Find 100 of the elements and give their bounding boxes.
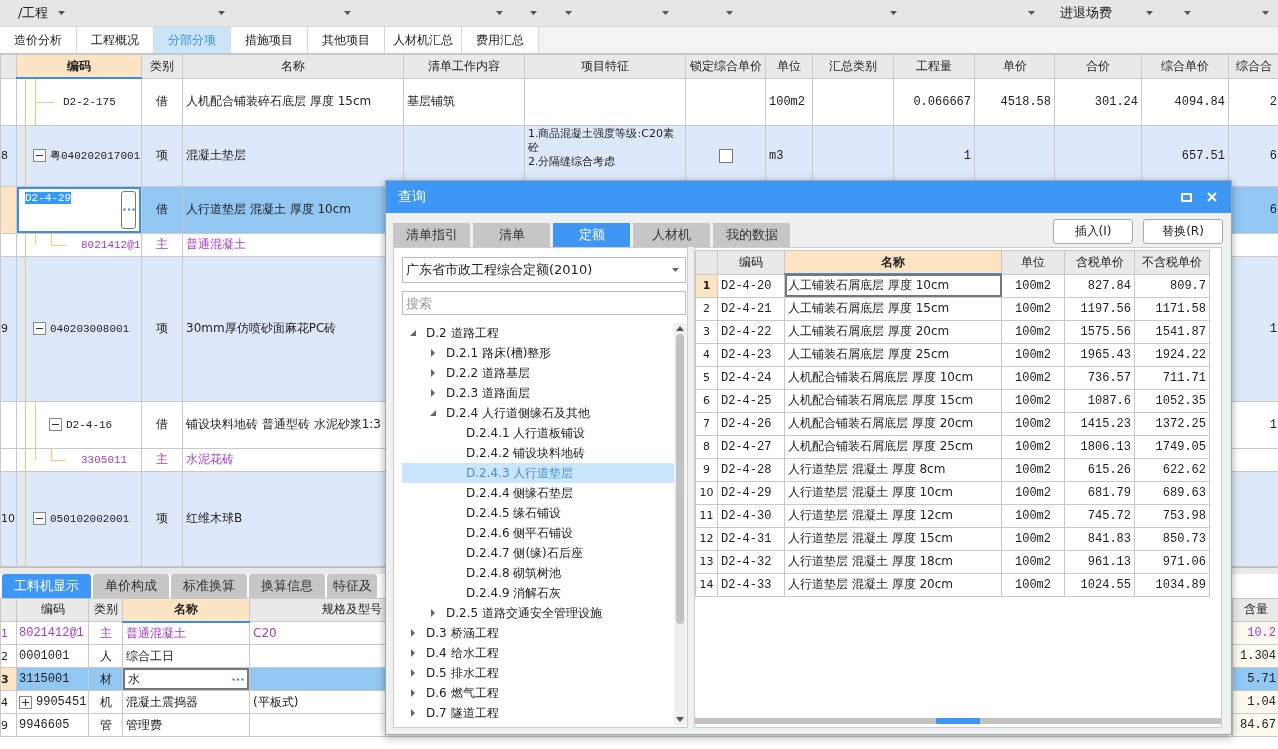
scrollbar[interactable] — [674, 323, 686, 725]
tree-item[interactable]: D.2.4.1 人行道板铺设 — [402, 423, 674, 443]
collapse-button[interactable] — [33, 512, 46, 525]
collapse-button[interactable] — [49, 418, 62, 431]
caret-icon[interactable] — [496, 11, 503, 15]
more-button[interactable] — [232, 677, 244, 681]
caret-icon[interactable] — [218, 11, 225, 15]
tree-item[interactable]: D.2.4.2 铺设块料地砖 — [402, 443, 674, 463]
caret-icon[interactable] — [1146, 11, 1153, 15]
column-header[interactable]: 锁定综合单价 — [685, 54, 766, 78]
tree-item[interactable]: D.7 隧道工程 — [402, 703, 674, 723]
library-dropdown[interactable]: 广东省市政工程综合定额(2010) — [402, 257, 686, 283]
dialog-button[interactable]: 插入(I) — [1053, 219, 1133, 244]
tab[interactable]: 标准换算 — [171, 573, 247, 598]
tree-item[interactable]: D.2.4.5 缘石铺设 — [402, 503, 674, 523]
collapse-button[interactable] — [33, 149, 46, 162]
column-header[interactable]: 名称 — [784, 250, 1002, 274]
column-header[interactable]: 不含税单价 — [1134, 250, 1210, 274]
caret-icon[interactable] — [890, 11, 897, 15]
column-header[interactable]: 项目特征 — [524, 54, 686, 78]
caret-icon[interactable] — [344, 11, 351, 15]
tree-item[interactable]: D.2.4.7 侧(缘)石后座 — [402, 543, 674, 563]
row-number: 6 — [695, 389, 718, 412]
tab[interactable]: 造价分析 — [0, 27, 77, 53]
column-header[interactable]: 清单工作内容 — [403, 54, 525, 78]
tab[interactable]: 人材机 — [633, 223, 710, 247]
column-header[interactable]: 工程量 — [893, 54, 975, 78]
column-header[interactable]: 综合单价 — [1141, 54, 1229, 78]
table-cell: 961.13 — [1064, 550, 1135, 573]
tree-item[interactable]: D.2.4.4 侧缘石垫层 — [402, 483, 674, 503]
expand-button[interactable] — [19, 695, 32, 709]
search-field[interactable]: 搜索 — [402, 291, 686, 315]
column-header[interactable]: 类别 — [88, 598, 123, 622]
table-cell: 1806.13 — [1064, 435, 1135, 458]
toolbar-label[interactable]: /工程 — [18, 4, 49, 22]
table-cell: 4518.58 — [974, 78, 1055, 125]
table-cell: 850.73 — [1134, 527, 1210, 550]
tree-item[interactable]: D.2.4 人行道侧缘石及其他 — [402, 403, 674, 423]
column-header[interactable]: 单价 — [974, 54, 1055, 78]
item-code: 9905451 — [36, 695, 87, 709]
caret-icon[interactable] — [1028, 11, 1035, 15]
column-header[interactable]: 规格及型号 — [249, 598, 386, 622]
tab[interactable]: 其他项目 — [308, 27, 385, 53]
tab[interactable]: 清单指引 — [393, 223, 470, 247]
table-cell: 745.72 — [1064, 504, 1135, 527]
column-header[interactable]: 单位 — [1001, 250, 1065, 274]
table-cell: 借 — [141, 401, 183, 448]
column-header[interactable]: 汇总类别 — [812, 54, 894, 78]
caret-icon[interactable] — [726, 11, 733, 15]
tree-item[interactable]: D.2.3 道路面层 — [402, 383, 674, 403]
caret-icon[interactable] — [662, 11, 669, 15]
tree-item[interactable]: D.6 燃气工程 — [402, 683, 674, 703]
toolbar-label[interactable]: 进退场费 — [1060, 4, 1112, 22]
down-arrow-icon[interactable] — [676, 717, 684, 722]
caret-icon[interactable] — [1262, 11, 1269, 15]
maximize-icon[interactable] — [1180, 192, 1192, 202]
up-arrow-icon[interactable] — [676, 326, 684, 331]
dialog-button[interactable]: 替换(R) — [1143, 219, 1223, 244]
tab[interactable]: 换算信息 — [249, 573, 325, 598]
caret-icon[interactable] — [565, 11, 572, 15]
more-button[interactable] — [121, 190, 136, 229]
column-header[interactable]: 含税单价 — [1064, 250, 1135, 274]
column-header[interactable]: 类别 — [141, 54, 183, 78]
column-header[interactable]: 合价 — [1054, 54, 1142, 78]
close-icon[interactable] — [1207, 192, 1217, 202]
name-editor[interactable]: 水 — [123, 668, 249, 690]
tree-item[interactable]: D.2.4.9 消解石灰 — [402, 583, 674, 603]
column-header[interactable]: 含量 — [1232, 598, 1278, 622]
table-cell: 100m2 — [1001, 458, 1065, 481]
tree-item[interactable]: D.2.1 路床(槽)整形 — [402, 343, 674, 363]
tree-item[interactable]: D.5 排水工程 — [402, 663, 674, 683]
tab[interactable]: 清单 — [473, 223, 550, 247]
table-cell: D2-4-23 — [717, 343, 785, 366]
scrollbar[interactable] — [695, 718, 1221, 724]
tree-item[interactable]: D.2.4.6 侧平石铺设 — [402, 523, 674, 543]
caret-icon[interactable] — [58, 11, 65, 15]
plus-icon — [21, 697, 30, 707]
tab[interactable]: 我的数据 — [713, 223, 790, 247]
tab[interactable]: 措施项目 — [231, 27, 308, 53]
column-header[interactable]: 单位 — [765, 54, 813, 78]
tab[interactable]: 人材机汇总 — [385, 27, 462, 53]
caret-icon[interactable] — [1184, 11, 1191, 15]
column-header[interactable]: 编码 — [16, 598, 89, 622]
column-header[interactable]: 名称 — [122, 598, 250, 622]
column-header[interactable]: 编码 — [717, 250, 785, 274]
tab[interactable]: 费用汇总 — [462, 27, 539, 53]
tab[interactable]: 单价构成 — [93, 573, 169, 598]
column-header[interactable]: 综合合 — [1228, 54, 1278, 78]
checkbox[interactable] — [718, 148, 733, 163]
table-cell: D2-4-29 — [717, 481, 785, 504]
column-header[interactable]: 编码 — [16, 54, 142, 78]
tree-item[interactable]: D.2.2 道路基层 — [402, 363, 674, 383]
tab[interactable]: 工程概况 — [77, 27, 154, 53]
tab[interactable]: 特征及 — [327, 573, 377, 598]
row-number: 9 — [0, 713, 17, 737]
collapse-button[interactable] — [33, 322, 46, 335]
column-header[interactable]: 名称 — [182, 54, 404, 78]
caret-icon[interactable] — [530, 11, 537, 15]
tree-item[interactable]: D.2.4.8 砌筑树池 — [402, 563, 674, 583]
tree-item[interactable]: D.2 道路工程 — [402, 323, 674, 343]
